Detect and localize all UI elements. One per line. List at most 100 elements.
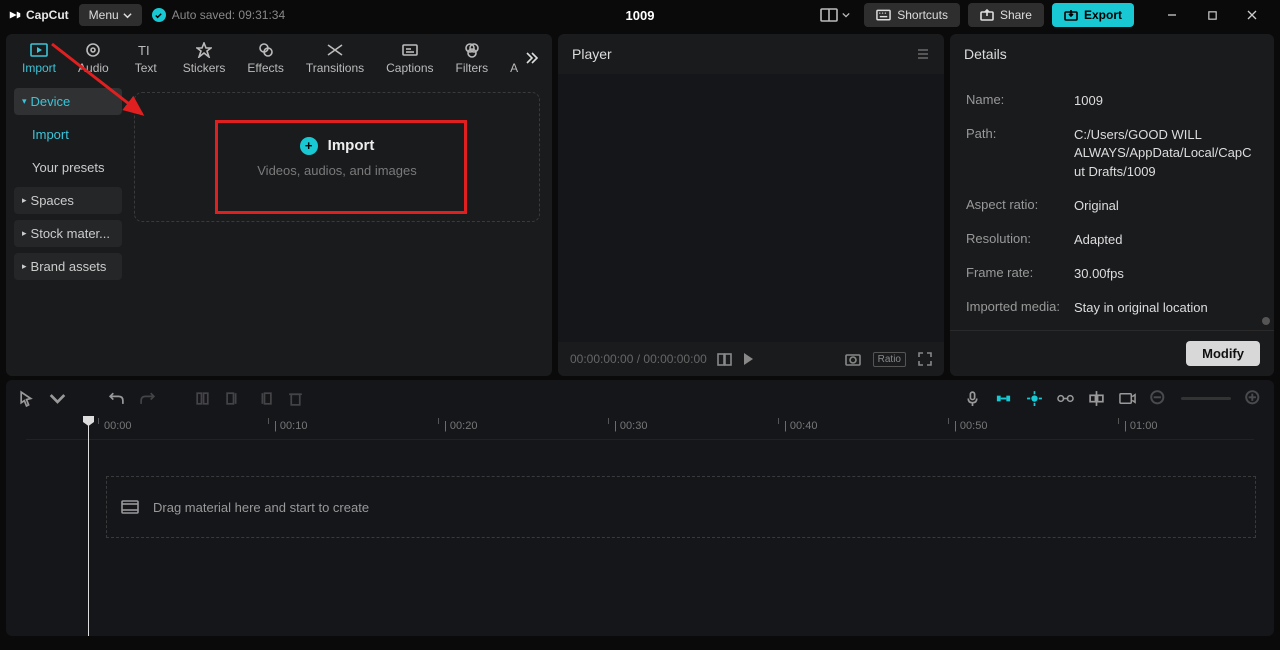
tab-text[interactable]: TI Text — [121, 37, 171, 79]
detail-row-resolution: Resolution:Adapted — [966, 223, 1258, 257]
export-button[interactable]: Export — [1052, 3, 1134, 27]
timeline-ruler[interactable]: 00:00 | 00:10 | 00:20 | 00:30 | 00:40 | … — [26, 416, 1254, 440]
import-area: + Import Videos, audios, and images — [130, 82, 552, 376]
shortcuts-button[interactable]: Shortcuts — [864, 3, 960, 27]
tab-effects[interactable]: Effects — [237, 37, 293, 79]
sidebar-item-spaces[interactable]: ▸Spaces — [14, 187, 122, 214]
filters-icon — [464, 41, 480, 59]
play-button[interactable] — [742, 352, 754, 366]
layout-button[interactable] — [814, 4, 856, 26]
tab-stickers[interactable]: Stickers — [173, 37, 236, 79]
detail-row-framerate: Frame rate:30.00fps — [966, 257, 1258, 291]
dropzone-title: Import — [328, 137, 375, 154]
delete-button[interactable] — [287, 390, 304, 407]
ruler-tick: | 01:00 — [1124, 420, 1157, 432]
sidebar-item-presets[interactable]: Your presets — [14, 154, 122, 181]
redo-button[interactable] — [139, 390, 156, 407]
chevron-down-icon — [842, 11, 850, 19]
media-tabs: Import Audio TI Text Stickers Effects Tr… — [6, 34, 552, 82]
project-title: 1009 — [626, 8, 655, 23]
tabs-more-button[interactable] — [518, 34, 546, 82]
close-button[interactable] — [1232, 0, 1272, 30]
effects-icon — [258, 41, 274, 59]
modify-button[interactable]: Modify — [1186, 341, 1260, 366]
transitions-icon — [326, 41, 344, 59]
timeline-drop-track[interactable]: Drag material here and start to create — [106, 476, 1256, 538]
ratio-button[interactable]: Ratio — [873, 352, 906, 367]
sidebar-item-device[interactable]: ▾Device — [14, 88, 122, 115]
detail-row-name: Name:1009 — [966, 84, 1258, 118]
ruler-tick: | 00:50 — [954, 420, 987, 432]
ruler-tick: | 00:20 — [444, 420, 477, 432]
caret-right-icon: ▸ — [22, 195, 27, 206]
timeline-hint: Drag material here and start to create — [153, 500, 369, 515]
compare-icon[interactable] — [717, 353, 732, 366]
fullscreen-icon[interactable] — [918, 352, 932, 366]
timeline-body[interactable]: 00:00 | 00:10 | 00:20 | 00:30 | 00:40 | … — [6, 416, 1274, 636]
minimize-button[interactable] — [1152, 0, 1192, 30]
tab-transitions[interactable]: Transitions — [296, 37, 374, 79]
caret-down-icon: ▾ — [22, 96, 27, 107]
delete-left-button[interactable] — [225, 390, 242, 407]
dropzone-subtitle: Videos, audios, and images — [257, 163, 416, 178]
tab-audio[interactable]: Audio — [68, 37, 119, 79]
autosave-status: Auto saved: 09:31:34 — [152, 8, 285, 22]
sidebar-item-brand[interactable]: ▸Brand assets — [14, 253, 122, 280]
stickers-icon — [196, 41, 212, 59]
share-button[interactable]: Share — [968, 3, 1044, 27]
keyboard-icon — [876, 9, 891, 21]
captions-icon — [401, 41, 419, 59]
maximize-button[interactable] — [1192, 0, 1232, 30]
zoom-slider[interactable] — [1181, 397, 1231, 400]
snapshot-icon[interactable] — [845, 352, 861, 366]
check-icon — [152, 8, 166, 22]
chevron-double-right-icon — [524, 50, 540, 66]
import-dropzone[interactable]: + Import Videos, audios, and images — [134, 92, 540, 222]
media-sidebar: ▾Device Import Your presets ▸Spaces ▸Sto… — [6, 82, 130, 376]
playhead[interactable] — [88, 416, 89, 636]
share-icon — [980, 9, 994, 21]
player-header: Player — [558, 34, 944, 74]
chevron-down-icon — [123, 11, 132, 20]
detail-row-path: Path:C:/Users/GOOD WILL ALWAYS/AppData/L… — [966, 118, 1258, 189]
zoom-out-button[interactable] — [1150, 390, 1167, 407]
align-button[interactable] — [1088, 390, 1105, 407]
sidebar-item-import[interactable]: Import — [14, 121, 122, 148]
caret-right-icon: ▸ — [22, 228, 27, 239]
timeline-panel: 00:00 | 00:10 | 00:20 | 00:30 | 00:40 | … — [6, 380, 1274, 636]
import-icon — [29, 41, 49, 59]
tab-filters[interactable]: Filters — [446, 37, 499, 79]
svg-text:TI: TI — [138, 43, 150, 58]
layout-icon — [820, 8, 838, 22]
details-footer: Modify — [950, 330, 1274, 376]
app-logo: CapCut — [8, 8, 69, 22]
magnet-button[interactable] — [995, 390, 1012, 407]
link-button[interactable] — [1057, 390, 1074, 407]
player-menu-icon[interactable] — [916, 48, 930, 60]
titlebar: CapCut Menu Auto saved: 09:31:34 1009 Sh… — [0, 0, 1280, 30]
plus-icon: + — [300, 137, 318, 155]
delete-right-button[interactable] — [256, 390, 273, 407]
player-viewport — [558, 74, 944, 342]
text-icon: TI — [137, 41, 155, 59]
player-panel: Player 00:00:00:00 / 00:00:00:00 Ratio — [558, 34, 944, 376]
tab-import[interactable]: Import — [12, 37, 66, 79]
audio-icon — [85, 41, 101, 59]
link-active-button[interactable] — [1026, 390, 1043, 407]
undo-button[interactable] — [108, 390, 125, 407]
preview-button[interactable] — [1119, 390, 1136, 407]
ruler-tick: | 00:30 — [614, 420, 647, 432]
window-controls — [1152, 0, 1272, 30]
ruler-tick: | 00:10 — [274, 420, 307, 432]
detail-row-imported: Imported media:Stay in original location — [966, 291, 1258, 325]
details-body: Name:1009 Path:C:/Users/GOOD WILL ALWAYS… — [950, 74, 1274, 330]
selection-dropdown[interactable] — [49, 390, 66, 407]
split-button[interactable] — [194, 390, 211, 407]
tab-captions[interactable]: Captions — [376, 37, 443, 79]
sidebar-item-stock[interactable]: ▸Stock mater... — [14, 220, 122, 247]
menu-button[interactable]: Menu — [79, 4, 142, 26]
mic-button[interactable] — [964, 390, 981, 407]
zoom-in-button[interactable] — [1245, 390, 1262, 407]
selection-tool[interactable] — [18, 390, 35, 407]
media-panel: Import Audio TI Text Stickers Effects Tr… — [6, 34, 552, 376]
